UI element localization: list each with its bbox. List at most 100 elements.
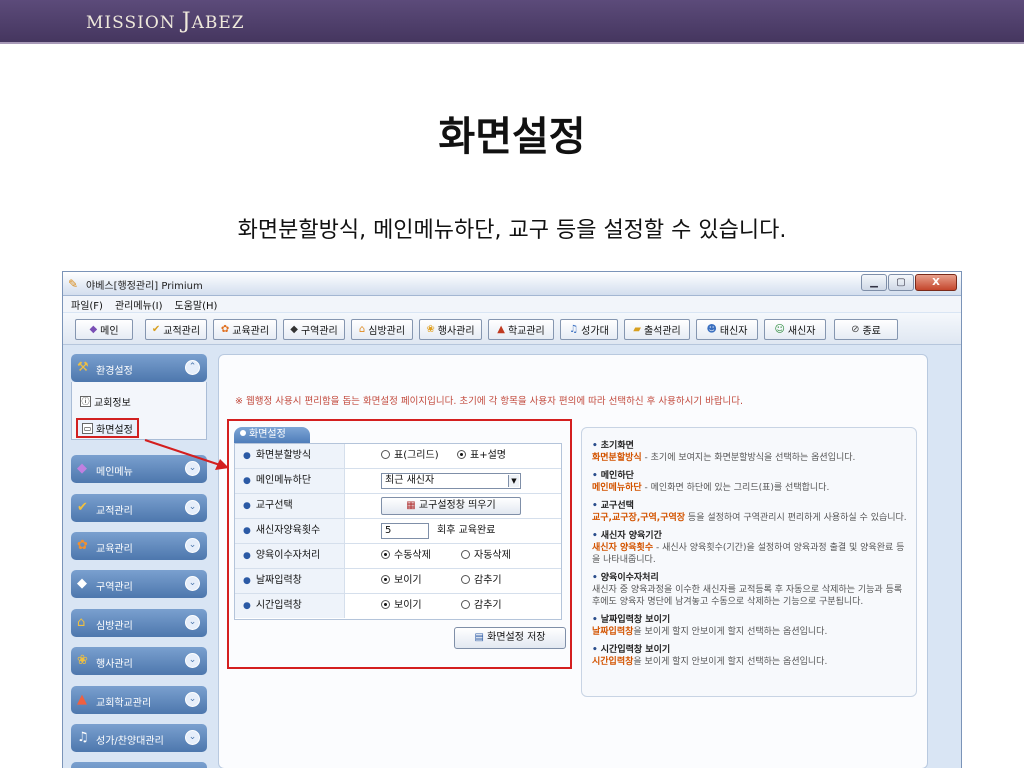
chevron-down-icon[interactable]: ⌄: [185, 615, 200, 630]
radio-grid-desc[interactable]: 표+설명: [457, 444, 506, 468]
radio-date-show[interactable]: 보이기: [381, 569, 422, 593]
help-bullet-icon: •: [592, 531, 598, 541]
menu-manage[interactable]: 관리메뉴(I): [115, 297, 163, 312]
row-time-input: ● 시간입력창 보이기 감추기: [235, 594, 561, 619]
chevron-down-icon[interactable]: ⌄: [185, 538, 200, 553]
radio-date-hide[interactable]: 감추기: [461, 569, 502, 593]
help-bullet-icon: •: [592, 471, 598, 481]
wrench-icon: ⚒: [77, 360, 89, 375]
window-controls: ▁ ▢ X: [861, 274, 957, 291]
sidebar-group-settings[interactable]: ⚒ 환경설정 ⌃: [71, 354, 207, 382]
close-button[interactable]: X: [915, 274, 957, 291]
help-completion-process: • 양육이수자처리 새신자 중 양육과정을 이수한 새신자를 교적등록 후 자동으로…: [592, 573, 903, 607]
toolbar-main-button[interactable]: ◆ 메인: [75, 319, 133, 340]
help-bullet-icon: •: [592, 645, 598, 655]
chevron-down-icon[interactable]: ⌄: [185, 653, 200, 668]
help-time-input: • 시간입력창 보이기 시간입력창을 보이게 할지 안보이게 할지 선택하는 옵션입…: [592, 645, 828, 667]
help-bullet-icon: •: [592, 501, 598, 511]
sidebar-group-education[interactable]: ✿ 교육관리 ⌄: [71, 532, 207, 560]
newcomer-count-input[interactable]: 5: [381, 523, 429, 539]
toolbar-exit-button[interactable]: ⊘ 종료: [834, 319, 898, 340]
folder-icon: ▰: [633, 324, 641, 335]
radio-time-hide[interactable]: 감추기: [461, 594, 502, 618]
radio-time-hide-icon: [461, 600, 470, 609]
chevron-down-icon[interactable]: ⌄: [185, 576, 200, 591]
chevron-down-icon[interactable]: ⌄: [185, 692, 200, 707]
toolbar-newcomer-button[interactable]: ☺ 새신자: [764, 319, 826, 340]
gem-icon: ◆: [89, 324, 98, 335]
help-newcomer-period: • 새신자 양육기간 새신자 양육횟수 - 새신사 양육횟수(기간)을 설정하여 양…: [592, 531, 905, 565]
check-icon: ✔: [151, 324, 161, 335]
sidebar-item-church-info[interactable]: ⓘ 교회정보: [80, 393, 131, 409]
bullet-icon: ●: [243, 476, 251, 486]
sidebar-group-event[interactable]: ❀ 행사관리 ⌄: [71, 647, 207, 675]
toolbar-event-button[interactable]: ❀ 행사관리: [419, 319, 482, 340]
radio-date-hide-icon: [461, 575, 470, 584]
slide-subtitle: 화면분할방식, 메인메뉴하단, 교구 등을 설정할 수 있습니다.: [237, 218, 787, 243]
bullet-icon: ●: [243, 601, 251, 611]
radio-date-show-icon: [381, 575, 390, 584]
gem-icon: ◆: [77, 461, 87, 476]
music-icon: ♫: [77, 730, 89, 745]
sidebar-item-screen-settings[interactable]: ▭ 화면설정: [76, 418, 139, 438]
stop-icon: ⊘: [851, 324, 860, 335]
sidebar-group-more[interactable]: ▰: [71, 762, 207, 768]
bullet-icon: ●: [243, 501, 251, 511]
chevron-down-icon[interactable]: ⌄: [185, 500, 200, 515]
radio-grid[interactable]: 표(그리드): [381, 444, 439, 468]
toolbar-prospect-button[interactable]: ☻ 태신자: [696, 319, 758, 340]
sidebar-group-visit[interactable]: ⌂ 심방관리 ⌄: [71, 609, 207, 637]
row-date-input: ● 날짜입력창 보이기 감추기: [235, 569, 561, 594]
radio-time-show[interactable]: 보이기: [381, 594, 422, 618]
flower-icon: ✿: [220, 324, 230, 335]
maximize-button[interactable]: ▢: [888, 274, 914, 291]
toolbar-district-button[interactable]: ◆ 구역관리: [283, 319, 345, 340]
tab-screen-settings[interactable]: 화면설정: [234, 427, 310, 443]
menu-file[interactable]: 파일(F): [71, 297, 103, 312]
sidebar-subitems: ⓘ 교회정보 ▭ 화면설정: [71, 382, 207, 440]
sidebar-group-choir[interactable]: ♫ 성가/찬양대관리 ⌄: [71, 724, 207, 752]
toolbar-education-button[interactable]: ✿ 교육관리: [213, 319, 277, 340]
bullet-icon: ●: [243, 551, 251, 561]
slide: MISSION JABEZ 화면설정 화면분할방식, 메인메뉴하단, 교구 등을…: [0, 0, 1024, 768]
help-church-select: • 교구선택 교구,교구장,구역,구역장 등을 설정하여 구역관리시 편리하게 사용…: [592, 501, 907, 523]
bullet-icon: ●: [243, 526, 251, 536]
party-icon: ❀: [426, 324, 435, 335]
window-icon: ▭: [82, 422, 93, 434]
open-district-settings-button[interactable]: ▦ 교구설정창 띄우기: [381, 497, 521, 515]
toolbar-visit-button[interactable]: ⌂ 심방관리: [351, 319, 413, 340]
radio-manual-delete[interactable]: 수동삭제: [381, 544, 431, 568]
toolbar-school-button[interactable]: ▲ 학교관리: [488, 319, 554, 340]
toolbar-attendance-button[interactable]: ▰ 출석관리: [624, 319, 690, 340]
minimize-button[interactable]: ▁: [861, 274, 887, 291]
radio-auto-icon: [461, 550, 470, 559]
sidebar-group-district[interactable]: ◆ 구역관리 ⌄: [71, 570, 207, 598]
chevron-down-icon[interactable]: ⌄: [185, 730, 200, 745]
chevron-down-icon[interactable]: ⌄: [185, 461, 200, 476]
radio-auto-delete[interactable]: 자동삭제: [461, 544, 511, 568]
menu-help[interactable]: 도움말(H): [175, 297, 218, 312]
sidebar-group-members[interactable]: ✔ 교적관리 ⌄: [71, 494, 207, 522]
save-settings-button[interactable]: ▤ 화면설정 저장: [454, 627, 566, 649]
window-title: 야베스[행정관리] Primium: [86, 281, 203, 292]
users-icon: ☺: [774, 324, 785, 335]
brand-logo: MISSION JABEZ: [86, 9, 245, 34]
main-panel: ※ 웹행정 사용시 편리함을 돕는 화면설정 페이지입니다. 초기에 각 항목을…: [218, 354, 928, 768]
chevron-up-icon[interactable]: ⌃: [185, 360, 200, 375]
toolbar-members-button[interactable]: ✔ 교적관리: [145, 319, 207, 340]
row-split-mode: ● 화면분할방식 표(그리드) 표+설명: [235, 444, 561, 469]
settings-highlight-frame: 화면설정 ● 화면분할방식 표(그리드) 표+설명 ● 메인메뉴하단 최근 새신자 ▼: [227, 419, 572, 669]
menubar: 파일(F) 관리메뉴(I) 도움말(H): [63, 296, 961, 312]
sidebar-group-school[interactable]: ▲ 교회학교관리 ⌄: [71, 686, 207, 714]
main-menu-select[interactable]: 최근 새신자 ▼: [381, 473, 521, 489]
people-icon: ☻: [706, 324, 717, 335]
diamond-icon: ◆: [290, 324, 298, 335]
radio-grid-icon: [381, 450, 390, 459]
sidebar-group-main-menu[interactable]: ◆ 메인메뉴 ⌄: [71, 455, 207, 483]
help-bullet-icon: •: [592, 441, 598, 451]
grid-icon: ▦: [406, 500, 419, 511]
music-icon: ♫: [569, 324, 579, 335]
tab-dot-icon: [240, 430, 246, 436]
house-icon: ⌂: [358, 324, 366, 335]
toolbar-choir-button[interactable]: ♫ 성가대: [560, 319, 618, 340]
